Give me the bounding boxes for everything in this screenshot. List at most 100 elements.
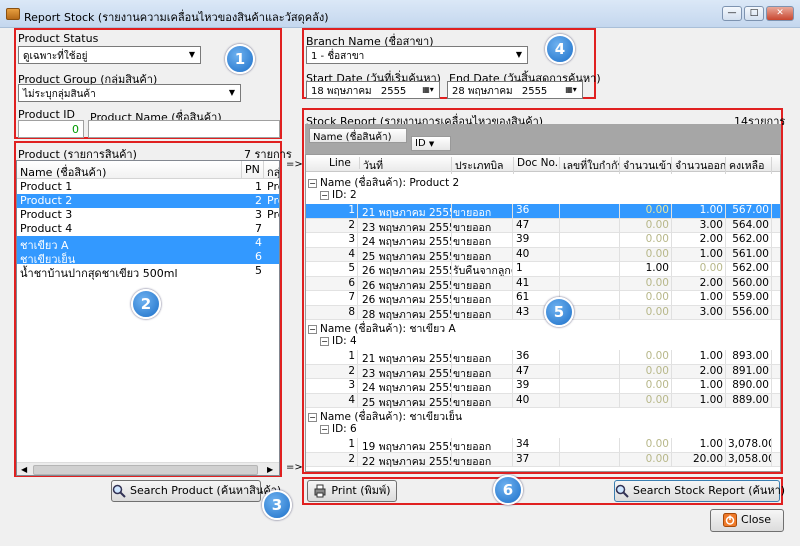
stock-row[interactable]: 4 25 พฤษภาคม 2555 ขายออก 40 0.00 1.00 561.00 — [306, 247, 780, 262]
group-chip-id-label: ID — [415, 138, 426, 149]
calendar-icon[interactable]: ▦▾ — [562, 84, 580, 96]
stock-cell-ref — [562, 438, 620, 452]
product-row-pn: 6 — [255, 250, 262, 263]
stock-cell-in: 1.00 — [622, 262, 672, 276]
group-chip-id[interactable]: ID ▼ — [411, 136, 451, 151]
product-row-name: Product 3 — [20, 208, 73, 221]
horizontal-scrollbar[interactable]: ◀ ▶ — [17, 462, 279, 475]
product-row[interactable]: Product 3 3 Pro — [17, 208, 279, 222]
product-row[interactable]: น้ำชาบ้านปากสุดชาเขียว 500ml 5 — [17, 264, 279, 280]
close-window-button[interactable]: ✕ — [766, 6, 794, 21]
col-header-name[interactable]: Name (ชื่อสินค้า) — [17, 161, 242, 179]
stock-cell-bal: 561.00 — [728, 247, 772, 262]
collapse-icon[interactable]: − — [320, 424, 329, 434]
grid-col-header[interactable]: คงเหลือ — [726, 157, 772, 174]
stock-cell-line: 1 — [326, 204, 358, 218]
stock-cell-bal: 559.00 — [728, 291, 772, 305]
start-date-picker[interactable]: 18 พฤษภาคม 2555 ▦▾ — [306, 81, 440, 99]
arrow-right-icon[interactable]: ▶ — [267, 465, 273, 474]
grid-col-header[interactable]: เลขที่ใบกำกับ — [560, 157, 620, 174]
stock-cell-doc: 36 — [516, 350, 560, 364]
start-day: 18 — [311, 86, 324, 97]
collapse-icon[interactable]: − — [320, 190, 329, 200]
stock-row[interactable]: 2 23 พฤษภาคม 2555 ขายออก 47 0.00 2.00 891.00 — [306, 364, 780, 379]
stock-cell-type: ขายออก — [453, 364, 513, 379]
stock-row[interactable]: 3 24 พฤษภาคม 2555 ขายออก 39 0.00 2.00 562.00 — [306, 233, 780, 248]
group-header-id[interactable]: − ID: 4 — [320, 335, 357, 347]
stock-row[interactable]: 3 24 พฤษภาคม 2555 ขายออก 39 0.00 1.00 890.00 — [306, 379, 780, 394]
grid-col-header[interactable]: ประเภทบิล — [452, 157, 514, 174]
stock-cell-type: ขายออก — [453, 204, 513, 218]
stock-cell-in: 0.00 — [622, 218, 672, 233]
stock-row[interactable]: 1 21 พฤษภาคม 2555 ขายออก 36 0.00 1.00 567.00 — [306, 204, 780, 219]
stock-row[interactable]: 5 26 พฤษภาคม 2555รับคืนจากลูกค้า1 1.000.00… — [306, 262, 780, 277]
group-chip-name[interactable]: Name (ชื่อสินค้า) — [309, 128, 407, 143]
collapse-icon[interactable]: − — [308, 412, 317, 422]
collapse-icon[interactable]: − — [308, 324, 317, 334]
search-stock-report-button[interactable]: Search Stock Report (ค้นหา) — [614, 480, 785, 502]
product-row[interactable]: Product 1 1 Pro — [17, 180, 279, 194]
stock-row[interactable]: 2 23 พฤษภาคม 2555 ขายออก 47 0.00 3.00 564.00 — [306, 218, 780, 233]
product-name-input[interactable] — [88, 120, 280, 138]
product-id-input[interactable]: 0 — [18, 120, 84, 138]
stock-cell-date: 23 พฤษภาคม 2555 — [362, 218, 452, 233]
grid-col-header[interactable]: จำนวนออก — [672, 157, 726, 174]
arrow-left-icon[interactable]: ◀ — [21, 465, 27, 474]
product-row-group: Pro — [267, 180, 279, 193]
product-row[interactable]: Product 2 2 Pro — [17, 194, 279, 208]
col-header-group[interactable]: กลุ่ม — [264, 161, 279, 179]
stock-grid[interactable]: Line วันที่ ประเภทบิล Doc No. เลขที่ใบกำกับจ… — [305, 154, 781, 472]
group-name-text: Name (ชื่อสินค้า): ชาเขียวเย็น — [320, 411, 463, 423]
scroll-thumb[interactable] — [33, 465, 258, 475]
stock-cell-type: ขายออก — [453, 350, 513, 364]
branch-combo[interactable]: 1 - ชื่อสาขา ▼ — [306, 46, 528, 64]
product-row[interactable]: ชาเขียว A4 — [17, 236, 279, 252]
product-row[interactable]: Product 4 7 — [17, 222, 279, 236]
col-header-pn[interactable]: PN — [242, 161, 264, 179]
stock-cell-type: รับคืนจากลูกค้า — [453, 262, 513, 276]
product-group-combo[interactable]: ไม่ระบุกลุ่มสินค้า ▼ — [18, 84, 241, 102]
group-header-id[interactable]: − ID: 2 — [320, 189, 357, 201]
stock-row[interactable]: 4 25 พฤษภาคม 2555 ขายออก 40 0.00 1.00 889.00 — [306, 393, 780, 408]
maximize-button[interactable]: □ — [744, 6, 764, 21]
stock-cell-date: 24 พฤษภาคม 2555 — [362, 379, 452, 393]
grid-col-header[interactable]: วันที่ — [360, 157, 452, 174]
stock-cell-doc: 47 — [516, 218, 560, 233]
product-row[interactable]: ชาเขียวเย็น 6 — [17, 250, 279, 266]
stock-row[interactable]: 2 22 พฤษภาคม 2555 ขายออก 37 0.00 20.00 3,058.0… — [306, 452, 780, 467]
stock-cell-doc: 40 — [516, 247, 560, 262]
stock-cell-out: 3.00 — [674, 218, 726, 233]
grid-col-header[interactable]: จำนวนเข้า — [620, 157, 672, 174]
stock-cell-doc: 37 — [516, 452, 560, 467]
end-month: พฤษภาคม — [467, 86, 513, 97]
stock-cell-bal: 891.00 — [728, 364, 772, 379]
print-button[interactable]: Print (พิมพ์) — [307, 480, 397, 502]
stock-cell-line: 2 — [326, 218, 358, 233]
stock-row[interactable]: 7 26 พฤษภาคม 2555 ขายออก 61 0.00 1.00 559.00 — [306, 291, 780, 306]
close-button[interactable]: Close — [710, 509, 784, 532]
product-row-group: Pro — [267, 208, 279, 221]
search-product-button[interactable]: Search Product (ค้นหาสินค้า) — [111, 480, 281, 502]
stock-cell-ref — [562, 350, 620, 364]
grid-col-header[interactable]: Doc No. — [514, 157, 560, 169]
group-by-area: Name (ชื่อสินค้า) ID ▼ — [305, 124, 781, 154]
end-date-picker[interactable]: 28 พฤษภาคม 2555 ▦▾ — [447, 81, 583, 99]
stock-cell-bal: 3,078.00 — [728, 438, 772, 452]
stock-row[interactable]: 1 21 พฤษภาคม 2555 ขายออก 36 0.00 1.00 893.00 — [306, 350, 780, 365]
grid-col-header[interactable]: Line — [326, 157, 360, 169]
stock-cell-type: ขายออก — [453, 438, 513, 452]
product-row-pn: 4 — [255, 236, 262, 249]
product-group-value: ไม่ระบุกลุ่มสินค้า — [23, 89, 96, 100]
calendar-icon[interactable]: ▦▾ — [419, 84, 437, 96]
group-header-id[interactable]: − ID: 6 — [320, 423, 357, 435]
collapse-icon[interactable]: − — [320, 336, 329, 346]
minimize-button[interactable]: — — [722, 6, 742, 21]
stock-cell-doc: 41 — [516, 276, 560, 291]
collapse-icon[interactable]: − — [308, 178, 317, 188]
product-status-combo[interactable]: ดูเฉพาะที่ใช้อยู่ ▼ — [18, 46, 201, 64]
stock-cell-type: ขายออก — [453, 452, 513, 467]
stock-cell-type: ขายออก — [453, 233, 513, 247]
stock-row[interactable]: 1 19 พฤษภาคม 2555 ขายออก 34 0.00 1.00 3,078.00 — [306, 438, 780, 453]
stock-cell-line: 8 — [326, 305, 358, 320]
stock-row[interactable]: 6 26 พฤษภาคม 2555 ขายออก 41 0.00 2.00 560.00 — [306, 276, 780, 291]
